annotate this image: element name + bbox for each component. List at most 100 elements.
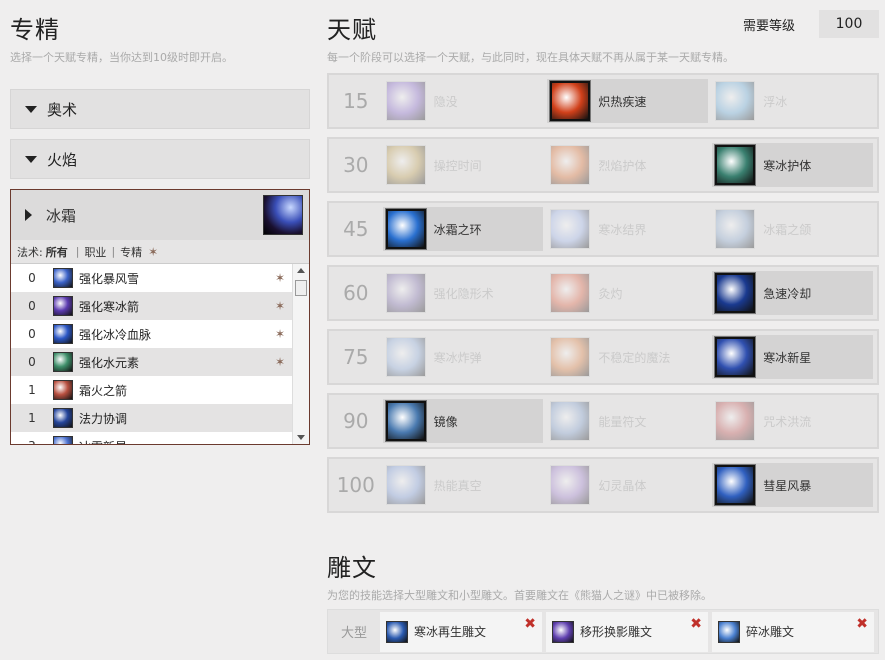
invisibility-icon bbox=[385, 273, 426, 313]
glyph-name: 碎冰雕文 bbox=[746, 625, 795, 639]
talent-option[interactable]: 浮冰 bbox=[712, 79, 873, 123]
filter-separator: | bbox=[75, 245, 80, 258]
talent-option[interactable]: 烈焰护体 bbox=[547, 143, 708, 187]
talent-tier: 60 强化隐形术 灸灼 急速冷却 bbox=[327, 265, 879, 321]
talent-option[interactable]: 镜像 bbox=[382, 399, 544, 443]
rune-of-power-icon bbox=[550, 401, 591, 441]
talent-option[interactable]: 操控时间 bbox=[383, 143, 544, 187]
spec-title: 专精 bbox=[10, 16, 60, 44]
talent-option[interactable]: 寒冰炸弹 bbox=[383, 335, 544, 379]
tier-level: 90 bbox=[343, 409, 369, 433]
close-icon[interactable]: ✖ bbox=[690, 616, 702, 632]
ring-of-frost-icon bbox=[385, 209, 426, 249]
spec-arcane[interactable]: 奥术 bbox=[10, 89, 310, 129]
talent-option[interactable]: 隐没 bbox=[383, 79, 544, 123]
spec-fire[interactable]: 火焰 bbox=[10, 139, 310, 179]
list-item[interactable]: 1 霜火之箭 bbox=[11, 376, 292, 404]
spell-name: 冰霜新星 bbox=[79, 438, 268, 445]
talent-name: 幻灵晶体 bbox=[598, 478, 647, 493]
thermal-void-icon bbox=[385, 465, 426, 505]
talent-option[interactable]: 炽热疾速 bbox=[547, 79, 709, 123]
list-item[interactable]: 0 强化寒冰箭 ✶ bbox=[11, 292, 292, 320]
talent-option[interactable]: 冰霜之颌 bbox=[712, 207, 873, 251]
spec-label: 火焰 bbox=[47, 150, 78, 169]
talent-option[interactable]: 能量符文 bbox=[547, 399, 708, 443]
close-icon[interactable]: ✖ bbox=[856, 616, 868, 632]
evanesce-icon bbox=[385, 81, 426, 121]
spell-name: 霜火之箭 bbox=[79, 383, 128, 398]
spell-name: 法力协调 bbox=[79, 411, 128, 426]
close-icon[interactable]: ✖ bbox=[524, 616, 536, 632]
scroll-down-icon[interactable] bbox=[297, 435, 305, 440]
filter-class[interactable]: 职业 bbox=[84, 244, 106, 260]
talent-name: 镜像 bbox=[433, 414, 458, 429]
filter-all[interactable]: 所有 bbox=[46, 244, 68, 260]
talent-name: 强化隐形术 bbox=[433, 286, 494, 301]
spec-frost-header[interactable]: 冰霜 bbox=[11, 190, 309, 240]
talent-option[interactable]: 寒冰护体 bbox=[712, 143, 873, 187]
talent-option[interactable]: 彗星风暴 bbox=[712, 463, 873, 507]
star-icon: ✶ bbox=[274, 355, 286, 369]
flameglow-icon bbox=[550, 145, 591, 185]
chevron-right-icon bbox=[25, 209, 32, 221]
spell-name: 强化冰冷血脉 bbox=[79, 327, 152, 342]
alter-time-icon bbox=[385, 145, 426, 185]
cold-snap-icon bbox=[715, 273, 756, 313]
talent-option[interactable]: 不稳定的魔法 bbox=[547, 335, 708, 379]
frostbolt-icon bbox=[53, 296, 73, 316]
spell-name: 强化寒冰箭 bbox=[79, 299, 140, 314]
list-item[interactable]: 0 强化暴风雪 ✶ bbox=[11, 264, 292, 292]
scroll-thumb[interactable] bbox=[295, 280, 307, 296]
icy-veins-icon bbox=[53, 324, 73, 344]
scrollbar[interactable] bbox=[292, 264, 309, 444]
talent-name: 冰霜之环 bbox=[433, 222, 482, 237]
spell-level: 0 bbox=[28, 271, 36, 285]
talent-tier: 30 操控时间 烈焰护体 寒冰护体 bbox=[327, 137, 879, 193]
glyph-slot[interactable]: 寒冰再生雕文 ✖ bbox=[380, 611, 542, 652]
filter-spec[interactable]: 专精 bbox=[120, 244, 142, 260]
chevron-down-icon bbox=[25, 155, 37, 163]
glyph-name: 寒冰再生雕文 bbox=[414, 625, 487, 639]
talent-option[interactable]: 幻灵晶体 bbox=[547, 463, 708, 507]
talent-option[interactable]: 热能真空 bbox=[383, 463, 544, 507]
list-item[interactable]: 3 冰霜新星 bbox=[11, 432, 292, 444]
talent-option[interactable]: 灸灼 bbox=[547, 271, 708, 315]
major-glyph-label: 大型 bbox=[340, 626, 367, 641]
talent-option[interactable]: 急速冷却 bbox=[712, 271, 873, 315]
ice-ward-icon bbox=[550, 209, 591, 249]
level-value[interactable]: 100 bbox=[819, 10, 879, 38]
talent-tier: 75 寒冰炸弹 不稳定的魔法 寒冰新星 bbox=[327, 329, 879, 385]
talent-name: 操控时间 bbox=[433, 158, 482, 173]
talents-subtitle: 每一个阶段可以选择一个天赋，与此同时，现在具体天赋不再从属于某一天赋专精。 bbox=[327, 51, 734, 64]
glyph-slot[interactable]: 移形换影雕文 ✖ bbox=[546, 611, 708, 652]
tier-level: 30 bbox=[343, 153, 369, 177]
talent-option[interactable]: 强化隐形术 bbox=[383, 271, 544, 315]
scroll-up-icon[interactable] bbox=[297, 268, 305, 273]
frost-nova-icon bbox=[53, 436, 73, 444]
water-elemental-icon bbox=[53, 352, 73, 372]
star-icon: ✶ bbox=[274, 327, 286, 341]
comet-storm-icon bbox=[715, 465, 756, 505]
talent-tier: 15 隐没 炽热疾速 浮冰 bbox=[327, 73, 879, 129]
list-item[interactable]: 0 强化水元素 ✶ bbox=[11, 348, 292, 376]
blazing-speed-icon bbox=[550, 81, 591, 121]
talent-option[interactable]: 咒术洪流 bbox=[712, 399, 873, 443]
glyph-icy-icon bbox=[386, 620, 408, 643]
glyph-blink-icon bbox=[552, 620, 574, 643]
unstable-magic-icon bbox=[550, 337, 591, 377]
talent-name: 不稳定的魔法 bbox=[598, 350, 671, 365]
spell-list: 0 强化暴风雪 ✶ 0 强化寒冰箭 ✶ 0 强化冰冷血脉 ✶ 0 强化水元素 ✶ 1 霜火之箭 1 法力协调 3… bbox=[11, 264, 309, 444]
list-item[interactable]: 1 法力协调 bbox=[11, 404, 292, 432]
talent-name: 寒冰新星 bbox=[763, 350, 812, 365]
talent-name: 急速冷却 bbox=[763, 286, 812, 301]
spell-filter: 法术: 所有 | 职业 | 专精 ✶ bbox=[11, 240, 309, 264]
filter-label: 法术: bbox=[17, 245, 43, 259]
talent-option[interactable]: 冰霜之环 bbox=[382, 207, 544, 251]
talent-option[interactable]: 寒冰新星 bbox=[712, 335, 873, 379]
list-item[interactable]: 0 强化冰冷血脉 ✶ bbox=[11, 320, 292, 348]
talent-option[interactable]: 寒冰结界 bbox=[547, 207, 708, 251]
spec-label: 冰霜 bbox=[46, 206, 77, 225]
glyph-slot[interactable]: 碎冰雕文 ✖ bbox=[712, 611, 874, 652]
spell-name: 强化水元素 bbox=[79, 355, 140, 370]
star-icon: ✶ bbox=[274, 299, 286, 313]
